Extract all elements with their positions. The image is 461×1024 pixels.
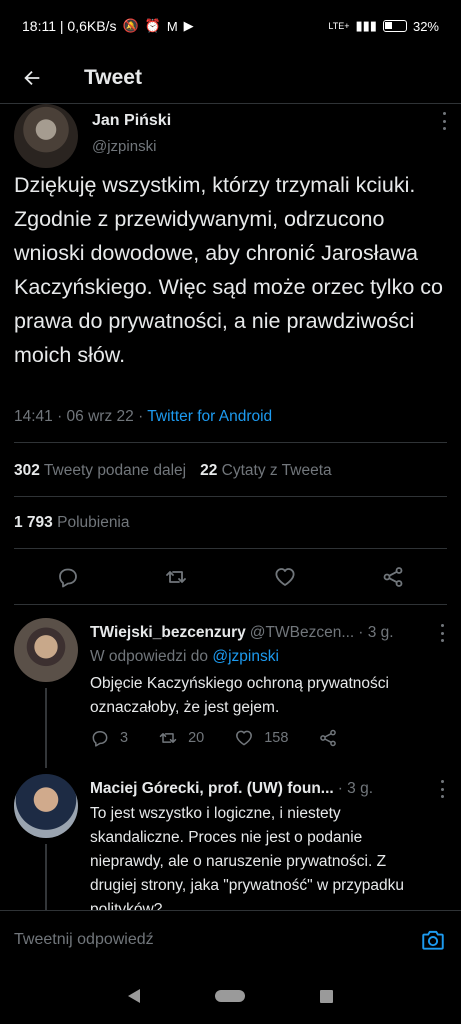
more-options-icon[interactable]	[439, 624, 445, 642]
thread-line	[45, 844, 47, 910]
status-time: 18:11 | 0,6KB/s	[22, 18, 117, 34]
arrow-left-icon	[24, 70, 40, 85]
reply-text: To jest wszystko i logiczne, i niestety …	[90, 805, 404, 910]
reply-avatar[interactable]	[14, 774, 78, 838]
reply-button[interactable]: 3	[90, 728, 128, 748]
reply-input[interactable]: Tweetnij odpowiedź	[14, 931, 154, 949]
tweet-action-bar	[14, 560, 447, 594]
alarm-icon: ⏰	[144, 18, 161, 33]
reply-author-name[interactable]: TWiejski_bezcenzury	[90, 624, 246, 642]
tweet-author: Jan Piński @jzpinski	[14, 104, 447, 168]
mute-icon: 🔕	[122, 18, 139, 33]
nav-home-icon[interactable]	[214, 990, 245, 1002]
reply-time: · 3 g.	[358, 624, 394, 641]
retweets-label: Tweety podane dalej	[43, 462, 187, 479]
camera-icon	[422, 930, 444, 950]
youtube-icon: ▶	[183, 18, 194, 33]
status-left: 18:11 | 0,6KB/s 🔕 ⏰ M ▶	[22, 18, 194, 34]
divider	[14, 496, 447, 497]
more-options-icon[interactable]	[439, 780, 445, 798]
author-avatar[interactable]	[14, 104, 78, 168]
quotes-label: Cytaty z Tweeta	[221, 462, 332, 479]
likes-stats[interactable]: 1 793 Polubienia	[14, 514, 130, 532]
reply-count: 3	[120, 730, 129, 746]
retweets-stat[interactable]: 302 Tweety podane dalej	[14, 462, 186, 480]
back-button[interactable]	[0, 52, 64, 104]
retweet-icon[interactable]	[164, 565, 188, 589]
share-icon	[320, 729, 337, 747]
likes-count: 1 793	[14, 514, 53, 531]
author-handle[interactable]: @jzpinski	[92, 138, 156, 155]
camera-button[interactable]	[419, 926, 447, 954]
reply-action-bar: 3 20 158	[90, 728, 368, 748]
reply-avatar[interactable]	[14, 618, 78, 682]
divider	[14, 604, 447, 605]
tweet-timestamp: 14:41 · 06 wrz 22 ·	[14, 408, 148, 425]
divider	[14, 548, 447, 549]
status-right: LTE+ ▮▮▮ 32%	[328, 18, 439, 34]
nav-recent-icon[interactable]	[320, 989, 334, 1003]
app-header: Tweet	[0, 52, 461, 104]
battery-percent: 32%	[412, 18, 439, 34]
retweet-stats: 302 Tweety podane dalej 22 Cytaty z Twee…	[14, 462, 332, 480]
share-icon[interactable]	[381, 565, 405, 589]
like-button[interactable]: 158	[234, 728, 288, 748]
replying-to: W odpowiedzi do @jzpinski	[90, 648, 279, 666]
quotes-count: 22	[200, 462, 218, 479]
network-label: LTE+	[328, 21, 350, 31]
reply-icon[interactable]	[56, 565, 80, 589]
retweet-button[interactable]: 20	[158, 728, 204, 748]
like-icon	[236, 730, 253, 746]
divider	[14, 442, 447, 443]
tweet-text: Dziękuję wszystkim, którzy trzymali kciu…	[14, 173, 443, 367]
reply-author-name[interactable]: Maciej Górecki, prof. (UW) foun...	[90, 780, 334, 798]
replying-to-label: W odpowiedzi do	[90, 648, 209, 665]
reply-tweet[interactable]: TWiejski_bezcenzury @TWBezcen... · 3 g. …	[14, 618, 447, 768]
reply-tweet[interactable]: Maciej Górecki, prof. (UW) foun... · 3 g…	[14, 774, 447, 910]
reply-text: Objęcie Kaczyńskiego ochroną prywatności…	[90, 675, 389, 716]
system-navbar	[0, 968, 461, 1024]
quotes-stat[interactable]: 22 Cytaty z Tweeta	[200, 462, 332, 480]
reply-header: Maciej Górecki, prof. (UW) foun... · 3 g…	[90, 780, 447, 798]
reply-compose-bar: Tweetnij odpowiedź	[0, 910, 461, 968]
tweet-meta: 14:41 · 06 wrz 22 · Twitter for Android	[14, 408, 272, 426]
tweet-source[interactable]: Twitter for Android	[147, 408, 272, 425]
likes-label: Polubienia	[57, 514, 130, 531]
like-icon[interactable]	[273, 565, 297, 589]
more-options-icon[interactable]	[441, 112, 447, 130]
retweet-count: 20	[188, 730, 205, 746]
status-bar: 18:11 | 0,6KB/s 🔕 ⏰ M ▶ LTE+ ▮▮▮ 32%	[0, 0, 461, 52]
gmail-icon: M	[166, 18, 178, 34]
replying-to-handle[interactable]: @jzpinski	[212, 648, 279, 665]
reply-icon	[92, 731, 108, 747]
page-title: Tweet	[84, 65, 142, 89]
battery-icon	[382, 20, 407, 32]
reply-header: TWiejski_bezcenzury @TWBezcen... · 3 g.	[90, 624, 447, 642]
share-button[interactable]	[318, 728, 338, 748]
reply-author-handle[interactable]: @TWBezcen...	[250, 624, 354, 642]
author-name[interactable]: Jan Piński	[92, 112, 171, 130]
nav-back-icon[interactable]	[127, 989, 140, 1003]
like-count: 158	[264, 730, 289, 746]
retweet-icon	[159, 733, 177, 743]
retweets-count: 302	[14, 462, 40, 479]
thread-line	[45, 688, 47, 768]
reply-time: · 3 g.	[337, 780, 374, 797]
signal-icon: ▮▮▮	[355, 18, 377, 33]
